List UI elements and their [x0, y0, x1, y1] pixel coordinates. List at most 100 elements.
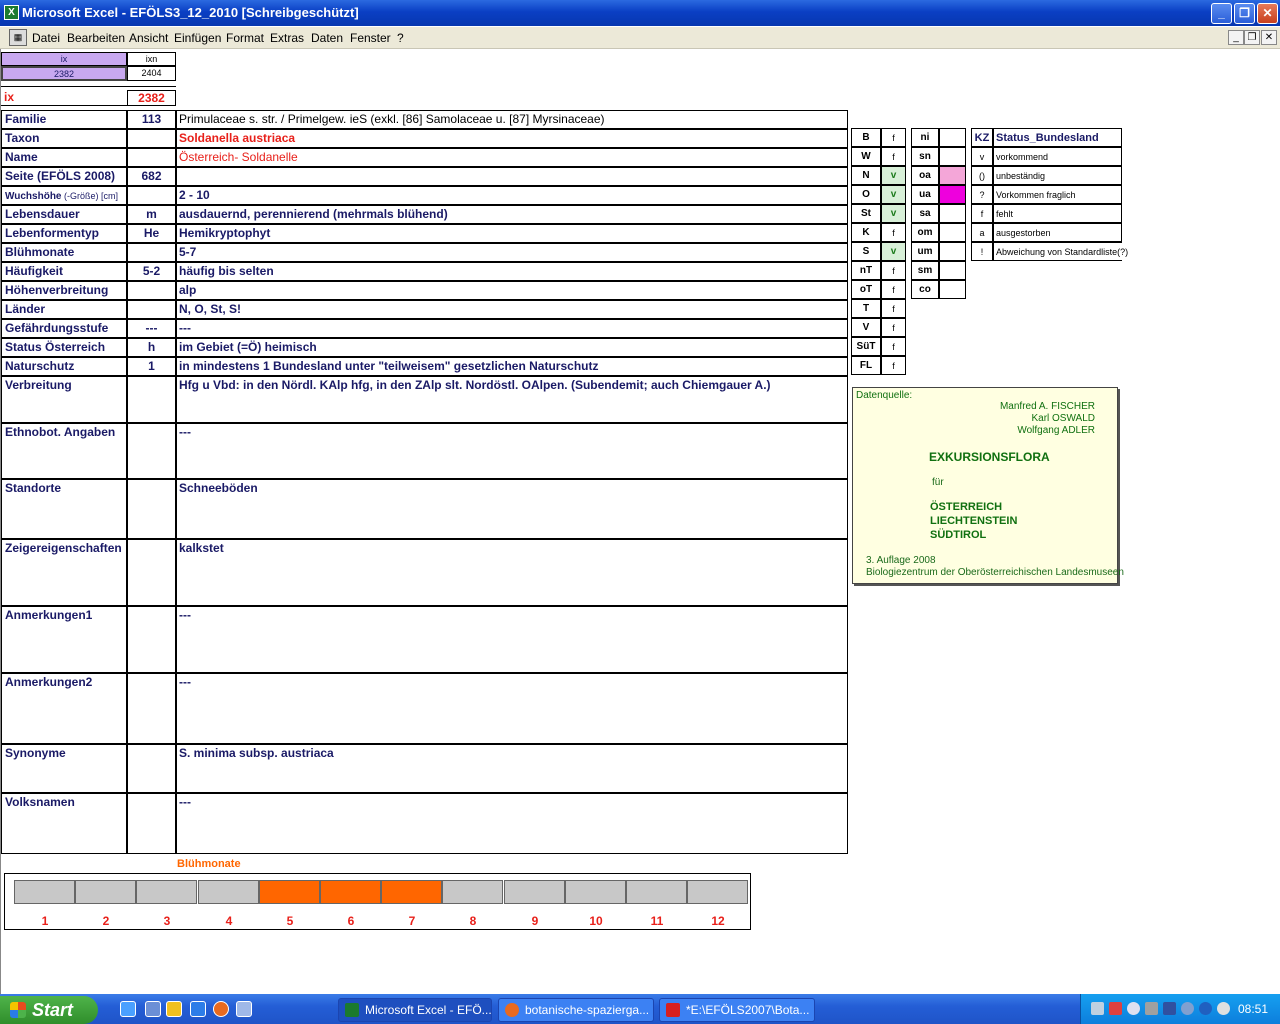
region-value[interactable] — [939, 242, 966, 261]
region-code[interactable]: ni — [911, 128, 939, 147]
legend-code[interactable]: v — [971, 147, 993, 166]
row-label[interactable]: Anmerkungen1 — [1, 606, 127, 673]
row-label[interactable]: Standorte — [1, 479, 127, 539]
task-excel[interactable]: Microsoft Excel - EFÖ... — [338, 998, 492, 1022]
row-label[interactable]: Häufigkeit — [1, 262, 127, 281]
menu-einfuegen[interactable]: Einfügen — [174, 31, 221, 45]
row-code[interactable] — [127, 300, 176, 319]
row-value[interactable]: --- — [176, 423, 848, 479]
row-label[interactable]: Zeigereigenschaften — [1, 539, 127, 606]
row-label[interactable]: Blühmonate — [1, 243, 127, 262]
region-code[interactable]: sn — [911, 147, 939, 166]
avast-icon[interactable] — [1217, 1002, 1230, 1015]
shield-icon[interactable] — [1163, 1002, 1176, 1015]
row-label[interactable]: Länder — [1, 300, 127, 319]
state-code[interactable]: nT — [851, 261, 881, 280]
search-icon[interactable] — [1127, 1002, 1140, 1015]
menu-daten[interactable]: Daten — [311, 31, 343, 45]
row-code[interactable] — [127, 744, 176, 793]
row-value[interactable]: in mindestens 1 Bundesland unter "teilwe… — [176, 357, 848, 376]
region-value[interactable] — [939, 185, 966, 204]
region-code[interactable]: sa — [911, 204, 939, 223]
state-value[interactable]: f — [881, 147, 906, 166]
task-firefox[interactable]: botanische-spazierga... — [498, 998, 654, 1022]
ix-red-value[interactable]: 2382 — [127, 90, 176, 106]
menu-help[interactable]: ? — [397, 31, 404, 45]
network-icon[interactable] — [1091, 1002, 1104, 1015]
row-value[interactable]: --- — [176, 606, 848, 673]
region-value[interactable] — [939, 261, 966, 280]
region-code[interactable]: oa — [911, 166, 939, 185]
row-value[interactable]: N, O, St, S! — [176, 300, 848, 319]
row-label[interactable]: Volksnamen — [1, 793, 127, 854]
clock-icon[interactable] — [1181, 1002, 1194, 1015]
state-code[interactable]: W — [851, 147, 881, 166]
row-code[interactable]: m — [127, 205, 176, 224]
region-code[interactable]: um — [911, 242, 939, 261]
row-value[interactable]: kalkstet — [176, 539, 848, 606]
row-label[interactable]: Verbreitung — [1, 376, 127, 423]
region-value[interactable] — [939, 147, 966, 166]
ix-label[interactable]: ix — [1, 90, 127, 106]
row-value[interactable]: im Gebiet (=Ö) heimisch — [176, 338, 848, 357]
row-code[interactable] — [127, 281, 176, 300]
row-code[interactable] — [127, 673, 176, 744]
row-code[interactable] — [127, 606, 176, 673]
info-icon[interactable] — [1199, 1002, 1212, 1015]
row-label[interactable]: Anmerkungen2 — [1, 673, 127, 744]
state-value[interactable]: v — [881, 204, 906, 223]
region-value[interactable] — [939, 223, 966, 242]
restore-button[interactable]: ❐ — [1234, 3, 1255, 24]
quicklaunch-media-icon[interactable] — [166, 1001, 182, 1017]
ixn-value-cell[interactable]: 2404 — [127, 66, 176, 81]
row-value[interactable]: Hfg u Vbd: in den Nördl. KAlp hfg, in de… — [176, 376, 848, 423]
legend-code[interactable]: ! — [971, 242, 993, 261]
legend-code[interactable]: f — [971, 204, 993, 223]
quicklaunch-ie2-icon[interactable] — [190, 1001, 206, 1017]
start-button[interactable]: Start — [0, 996, 98, 1024]
doc-close-button[interactable]: ✕ — [1261, 30, 1277, 45]
row-value[interactable]: alp — [176, 281, 848, 300]
row-value[interactable]: ausdauernd, perennierend (mehrmals blühe… — [176, 205, 848, 224]
menu-ansicht[interactable]: Ansicht — [129, 31, 168, 45]
row-label[interactable]: Name — [1, 148, 127, 167]
state-code[interactable]: N — [851, 166, 881, 185]
row-label[interactable]: Höhenverbreitung — [1, 281, 127, 300]
row-label[interactable]: Lebenformentyp — [1, 224, 127, 243]
row-code[interactable] — [127, 793, 176, 854]
volume-icon[interactable] — [1109, 1002, 1122, 1015]
state-code[interactable]: FL — [851, 356, 881, 375]
row-code[interactable]: 1 — [127, 357, 176, 376]
legend-label[interactable]: Vorkommen fraglich — [993, 185, 1122, 204]
row-label[interactable]: Gefährdungsstufe — [1, 319, 127, 338]
state-value[interactable]: f — [881, 299, 906, 318]
row-value[interactable]: Primulaceae s. str. / Primelgew. ieS (ex… — [176, 110, 848, 129]
row-label[interactable]: Naturschutz — [1, 357, 127, 376]
legend-header-code[interactable]: KZ — [971, 128, 993, 147]
region-code[interactable]: sm — [911, 261, 939, 280]
minimize-button[interactable]: _ — [1211, 3, 1232, 24]
quicklaunch-outlook-icon[interactable] — [145, 1001, 161, 1017]
state-value[interactable]: f — [881, 356, 906, 375]
row-code[interactable]: 682 — [127, 167, 176, 186]
close-button[interactable]: ✕ — [1257, 3, 1278, 24]
ix-header[interactable]: ix — [1, 52, 127, 66]
state-code[interactable]: oT — [851, 280, 881, 299]
row-code[interactable] — [127, 186, 176, 205]
row-value[interactable]: häufig bis selten — [176, 262, 848, 281]
state-code[interactable]: B — [851, 128, 881, 147]
state-value[interactable]: f — [881, 318, 906, 337]
row-value[interactable]: 5-7 — [176, 243, 848, 262]
legend-code[interactable]: ? — [971, 185, 993, 204]
state-value[interactable]: v — [881, 166, 906, 185]
legend-label[interactable]: ausgestorben — [993, 223, 1122, 242]
task-editor[interactable]: *E:\EFÖLS2007\Bota... — [659, 998, 815, 1022]
legend-label[interactable]: Abweichung von Standardliste(?) — [993, 242, 1128, 261]
menu-datei[interactable]: Datei — [32, 31, 60, 45]
row-value[interactable]: S. minima subsp. austriaca — [176, 744, 848, 793]
state-value[interactable]: f — [881, 280, 906, 299]
menu-format[interactable]: Format — [226, 31, 264, 45]
state-code[interactable]: SüT — [851, 337, 881, 356]
legend-header-label[interactable]: Status_Bundesland — [993, 128, 1122, 147]
row-label[interactable]: Seite (EFÖLS 2008) — [1, 167, 127, 186]
